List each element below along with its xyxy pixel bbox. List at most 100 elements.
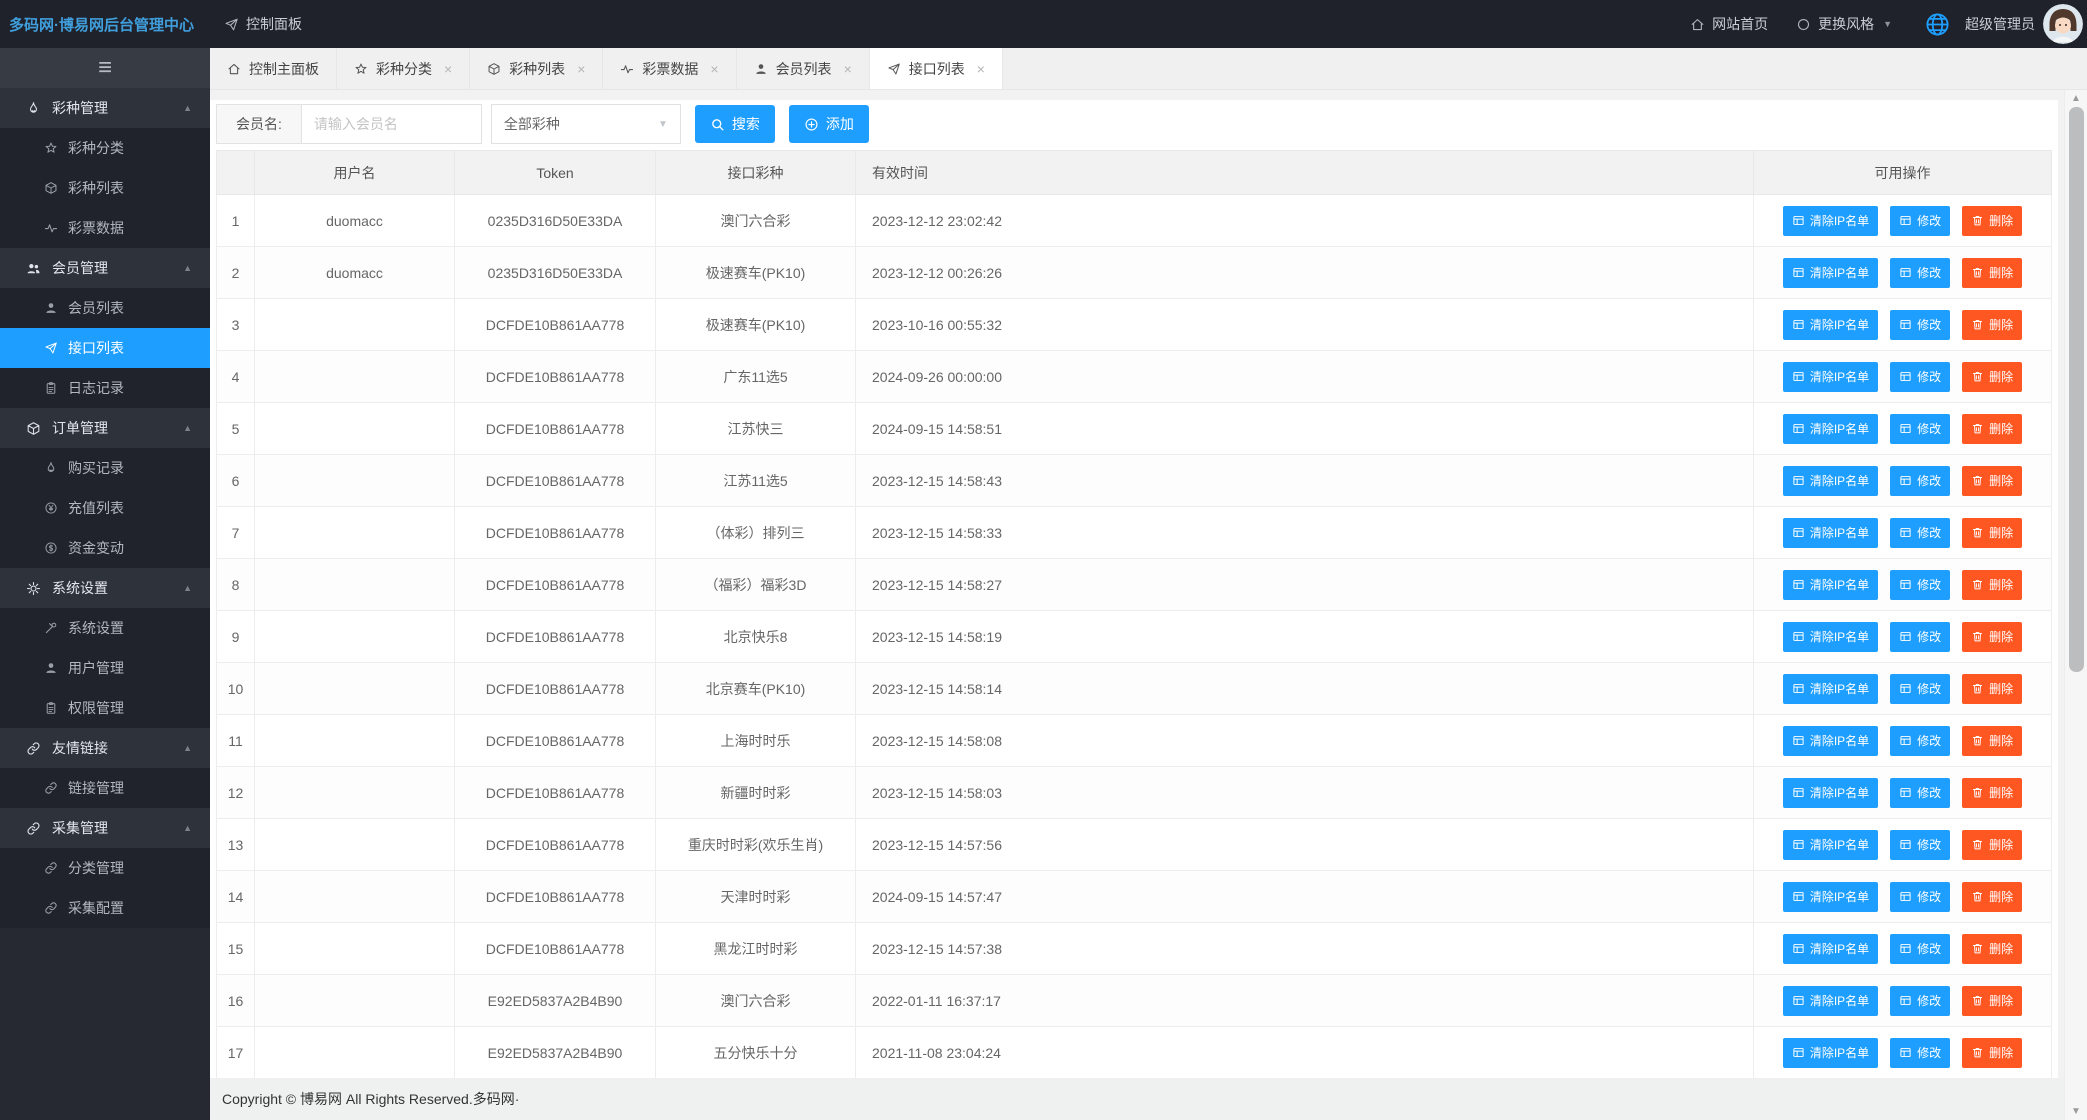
delete-button[interactable]: 删除 xyxy=(1962,622,2022,652)
sidebar-item-category-management[interactable]: 分类管理 xyxy=(0,848,210,888)
lottery-select[interactable]: 全部彩种 ▼ xyxy=(491,104,681,144)
sidebar-item-collect-config[interactable]: 采集配置 xyxy=(0,888,210,928)
tab-3[interactable]: 彩票数据× xyxy=(603,48,736,89)
tabbar: 控制主面板彩种分类×彩种列表×彩票数据×会员列表×接口列表× xyxy=(210,48,2087,90)
sidebar-item-lottery-data[interactable]: 彩票数据 xyxy=(0,208,210,248)
sidebar-item-api-list[interactable]: 接口列表 xyxy=(0,328,210,368)
sidebar-item-member-list[interactable]: 会员列表 xyxy=(0,288,210,328)
scrollbar-thumb[interactable] xyxy=(2069,107,2084,672)
topbar-change-style[interactable]: 更换风格 ▼ xyxy=(1782,0,1906,48)
sidebar-item-lottery-category[interactable]: 彩种分类 xyxy=(0,128,210,168)
sidebar-item-recharge-list[interactable]: 充值列表 xyxy=(0,488,210,528)
clear-ip-button[interactable]: 清除IP名单 xyxy=(1783,830,1878,860)
delete-button[interactable]: 删除 xyxy=(1962,362,2022,392)
sidebar-item-fund-change[interactable]: 资金变动 xyxy=(0,528,210,568)
sidebar-collapse-toggle[interactable]: ≡ xyxy=(0,48,210,88)
sidebar-item-purchase-record[interactable]: 购买记录 xyxy=(0,448,210,488)
clear-ip-button[interactable]: 清除IP名单 xyxy=(1783,362,1878,392)
sidebar-section-2[interactable]: 订单管理▲ xyxy=(0,408,210,448)
tab-4[interactable]: 会员列表× xyxy=(737,48,870,89)
sidebar-item-link-management[interactable]: 链接管理 xyxy=(0,768,210,808)
sidebar-section-4[interactable]: 友情链接▲ xyxy=(0,728,210,768)
close-icon[interactable]: × xyxy=(577,61,585,77)
clear-ip-button[interactable]: 清除IP名单 xyxy=(1783,310,1878,340)
delete-button[interactable]: 删除 xyxy=(1962,1038,2022,1068)
clear-ip-button[interactable]: 清除IP名单 xyxy=(1783,674,1878,704)
avatar[interactable] xyxy=(2043,4,2083,44)
edit-button[interactable]: 修改 xyxy=(1890,882,1950,912)
clear-ip-button[interactable]: 清除IP名单 xyxy=(1783,414,1878,444)
delete-button[interactable]: 删除 xyxy=(1962,830,2022,860)
delete-button[interactable]: 删除 xyxy=(1962,414,2022,444)
edit-button[interactable]: 修改 xyxy=(1890,830,1950,860)
delete-button[interactable]: 删除 xyxy=(1962,674,2022,704)
clear-ip-button[interactable]: 清除IP名单 xyxy=(1783,986,1878,1016)
edit-button[interactable]: 修改 xyxy=(1890,674,1950,704)
delete-button[interactable]: 删除 xyxy=(1962,258,2022,288)
edit-button[interactable]: 修改 xyxy=(1890,986,1950,1016)
clear-ip-button[interactable]: 清除IP名单 xyxy=(1783,778,1878,808)
clear-ip-button[interactable]: 清除IP名单 xyxy=(1783,726,1878,756)
sidebar-item-lottery-list[interactable]: 彩种列表 xyxy=(0,168,210,208)
edit-button[interactable]: 修改 xyxy=(1890,570,1950,600)
delete-button[interactable]: 删除 xyxy=(1962,726,2022,756)
sidebar-item-system-settings[interactable]: 系统设置 xyxy=(0,608,210,648)
search-button[interactable]: 搜索 xyxy=(695,105,775,143)
close-icon[interactable]: × xyxy=(444,61,452,77)
scroll-up-icon[interactable]: ▲ xyxy=(2065,93,2087,104)
edit-button[interactable]: 修改 xyxy=(1890,258,1950,288)
tab-1[interactable]: 彩种分类× xyxy=(337,48,470,89)
edit-button[interactable]: 修改 xyxy=(1890,310,1950,340)
topbar-dashboard[interactable]: 控制面板 xyxy=(210,0,316,48)
topbar-site-home[interactable]: 网站首页 xyxy=(1676,0,1782,48)
sidebar-item-log-record[interactable]: 日志记录 xyxy=(0,368,210,408)
edit-button[interactable]: 修改 xyxy=(1890,362,1950,392)
sidebar-section-1[interactable]: 会员管理▲ xyxy=(0,248,210,288)
clear-ip-button[interactable]: 清除IP名单 xyxy=(1783,518,1878,548)
sidebar-section-0[interactable]: 彩种管理▲ xyxy=(0,88,210,128)
admin-name[interactable]: 超级管理员 xyxy=(1965,14,2035,34)
close-icon[interactable]: × xyxy=(977,61,985,77)
app-logo[interactable]: 多码网·博易网后台管理中心 xyxy=(0,14,210,35)
delete-button[interactable]: 删除 xyxy=(1962,882,2022,912)
tab-0[interactable]: 控制主面板 xyxy=(210,48,337,89)
edit-button[interactable]: 修改 xyxy=(1890,934,1950,964)
tab-2[interactable]: 彩种列表× xyxy=(470,48,603,89)
edit-button[interactable]: 修改 xyxy=(1890,466,1950,496)
clear-ip-button[interactable]: 清除IP名单 xyxy=(1783,622,1878,652)
edit-button[interactable]: 修改 xyxy=(1890,414,1950,444)
clear-ip-button[interactable]: 清除IP名单 xyxy=(1783,882,1878,912)
edit-button[interactable]: 修改 xyxy=(1890,206,1950,236)
sidebar-section-5[interactable]: 采集管理▲ xyxy=(0,808,210,848)
clear-ip-button[interactable]: 清除IP名单 xyxy=(1783,466,1878,496)
delete-button[interactable]: 删除 xyxy=(1962,934,2022,964)
delete-button[interactable]: 删除 xyxy=(1962,570,2022,600)
delete-button[interactable]: 删除 xyxy=(1962,778,2022,808)
delete-button[interactable]: 删除 xyxy=(1962,986,2022,1016)
clear-ip-button[interactable]: 清除IP名单 xyxy=(1783,934,1878,964)
delete-button[interactable]: 删除 xyxy=(1962,310,2022,340)
sidebar-item-permission-management[interactable]: 权限管理 xyxy=(0,688,210,728)
table-row: 16E92ED5837A2B4B90澳门六合彩2022-01-11 16:37:… xyxy=(217,975,2052,1027)
scroll-down-icon[interactable]: ▼ xyxy=(2065,1106,2087,1117)
tab-5[interactable]: 接口列表× xyxy=(870,48,1003,89)
delete-button[interactable]: 删除 xyxy=(1962,206,2022,236)
clear-ip-button[interactable]: 清除IP名单 xyxy=(1783,258,1878,288)
close-icon[interactable]: × xyxy=(710,61,718,77)
sidebar-section-3[interactable]: 系统设置▲ xyxy=(0,568,210,608)
edit-button[interactable]: 修改 xyxy=(1890,622,1950,652)
edit-button[interactable]: 修改 xyxy=(1890,518,1950,548)
edit-button[interactable]: 修改 xyxy=(1890,778,1950,808)
clear-ip-button[interactable]: 清除IP名单 xyxy=(1783,570,1878,600)
clear-ip-button[interactable]: 清除IP名单 xyxy=(1783,1038,1878,1068)
delete-button[interactable]: 删除 xyxy=(1962,466,2022,496)
close-icon[interactable]: × xyxy=(844,61,852,77)
sidebar-item-user-management[interactable]: 用户管理 xyxy=(0,648,210,688)
edit-button[interactable]: 修改 xyxy=(1890,726,1950,756)
delete-button[interactable]: 删除 xyxy=(1962,518,2022,548)
member-name-input[interactable] xyxy=(302,104,482,144)
clear-ip-button[interactable]: 清除IP名单 xyxy=(1783,206,1878,236)
add-button[interactable]: 添加 xyxy=(789,105,869,143)
edit-button[interactable]: 修改 xyxy=(1890,1038,1950,1068)
delete-button-label: 删除 xyxy=(1989,264,2013,281)
